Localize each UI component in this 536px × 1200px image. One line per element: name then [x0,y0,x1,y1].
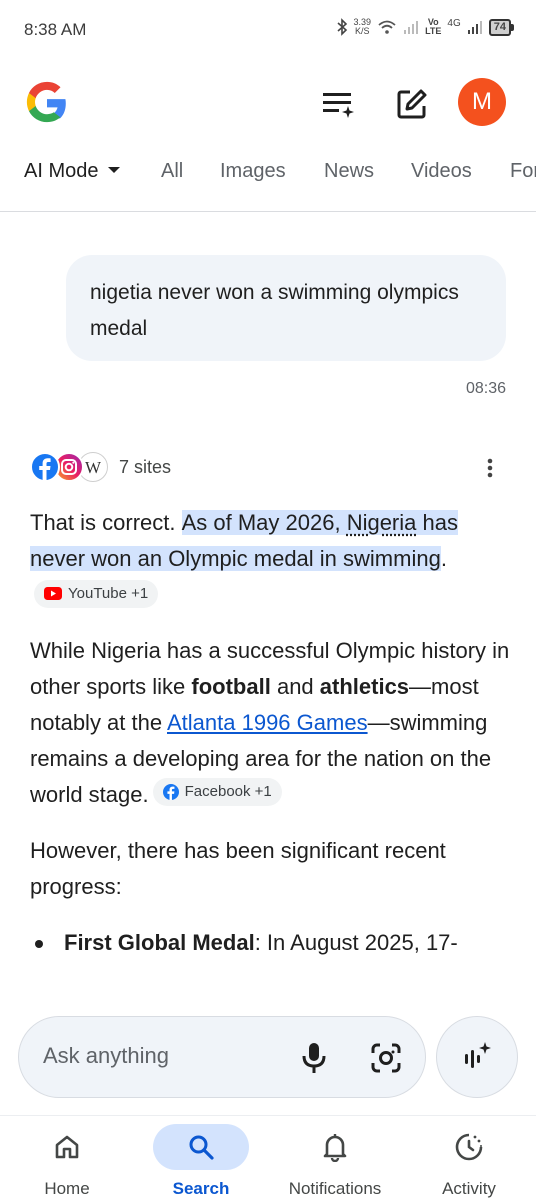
nav-activity-pill [421,1124,517,1170]
history-sparkle-icon[interactable] [320,86,356,122]
youtube-icon [44,587,62,600]
ai-answer: That is correct. As of May 2026, Nigeria… [30,505,510,961]
bullet-icon [35,940,43,948]
ask-bar: Ask anything [0,1000,536,1115]
user-query-bubble: nigetia never won a swimming olympics me… [66,255,506,361]
avatar-initial: M [472,88,492,115]
facebook-small-icon [162,784,179,800]
sources-row[interactable]: W 7 sites [30,450,510,486]
nav-notifications-label: Notifications [288,1179,382,1198]
nav-activity-label: Activity [442,1179,496,1198]
tab-all[interactable]: All [161,160,183,183]
more-vert-icon[interactable] [480,456,500,480]
bullet-bold: First Global Medal [64,930,255,955]
source-icons: W [30,450,114,486]
p2-bold-athletics: athletics [319,674,410,699]
tab-ai-mode[interactable]: AI Mode [24,160,121,183]
new-chat-icon[interactable] [394,86,430,122]
p2-text-c: and [270,674,320,699]
live-waveform-icon [465,1042,491,1068]
wifi-icon [378,20,396,34]
network-type: 4G [447,18,461,29]
battery-tip [511,23,514,31]
caret-down-icon [108,166,121,173]
bullet-text: : In August 2025, 17- [254,930,458,955]
battery-icon: 74 [488,18,514,36]
tab-forums[interactable]: For [510,160,536,183]
source-chip-facebook-label: Facebook +1 [184,783,272,800]
nav-notifications-pill [287,1124,383,1170]
list-item: First Global Medal: In August 2025, 17- [30,925,510,961]
p2-bold-football: football [191,674,271,699]
status-bar: 8:38 AM 3.39 K/S Vo LTE 4G 74 [0,0,536,60]
status-time: 8:38 AM [24,20,87,39]
net-speed: 3.39 K/S [354,18,372,36]
home-icon [55,1135,79,1159]
signal-weak-icon [404,21,419,34]
battery-level: 74 [488,18,511,36]
bottom-nav: Home Search Notifications Activity [0,1115,536,1200]
nav-search-pill [153,1124,249,1170]
google-logo[interactable] [24,80,70,126]
link-atlanta-1996[interactable]: Atlanta 1996 Games [167,710,368,735]
tab-news[interactable]: News [324,160,374,183]
svg-text:W: W [85,458,102,477]
source-chip-facebook[interactable]: Facebook +1 [152,778,282,806]
mic-icon[interactable] [299,1041,329,1075]
nav-search-label: Search [172,1179,230,1198]
signal-icon [467,21,482,34]
nav-home[interactable]: Home [0,1116,134,1200]
live-mode-button[interactable] [436,1016,518,1098]
highlight-entity-nigeria[interactable]: Nigeria [347,510,417,535]
source-chip-youtube-label: YouTube +1 [68,584,149,602]
source-chip-youtube[interactable]: YouTube +1 [34,579,159,608]
volte-bottom: LTE [425,26,442,36]
sources-count: 7 sites [119,457,172,477]
user-query-text: nigetia never won a swimming olympics me… [90,281,459,340]
nav-search[interactable]: Search [134,1116,268,1200]
tab-images[interactable]: Images [220,160,286,183]
answer-period: . [440,546,447,571]
lens-icon[interactable] [369,1041,403,1075]
facebook-icon [30,452,60,482]
activity-icon [455,1133,483,1161]
answer-paragraph-3: However, there has been significant rece… [30,838,446,899]
ask-placeholder: Ask anything [43,1043,169,1068]
status-icons: 3.39 K/S Vo LTE 4G 74 [336,18,514,36]
search-tabs: AI Mode All Images News Videos For [0,150,536,212]
ask-input[interactable]: Ask anything [18,1016,426,1098]
bell-icon [323,1134,347,1162]
highlight-part-a: As of May 2026, [181,510,347,535]
app-header: M [0,72,536,134]
tab-videos[interactable]: Videos [411,160,472,183]
nav-notifications[interactable]: Notifications [268,1116,402,1200]
answer-paragraph-2: While Nigeria has a successful Olympic h… [30,633,510,813]
tab-ai-mode-label: AI Mode [24,160,99,182]
nav-home-pill [19,1124,115,1170]
nav-home-label: Home [44,1179,90,1198]
nav-activity[interactable]: Activity [402,1116,536,1200]
query-time: 08:36 [465,380,506,397]
net-speed-unit: K/S [355,26,370,36]
avatar[interactable]: M [458,78,506,126]
bluetooth-icon [337,18,347,36]
answer-paragraph-1: That is correct. As of May 2026, Nigeria… [30,505,510,613]
volte-label: Vo LTE [425,18,441,36]
answer-lead: That is correct. [30,510,182,535]
search-icon [189,1135,214,1160]
